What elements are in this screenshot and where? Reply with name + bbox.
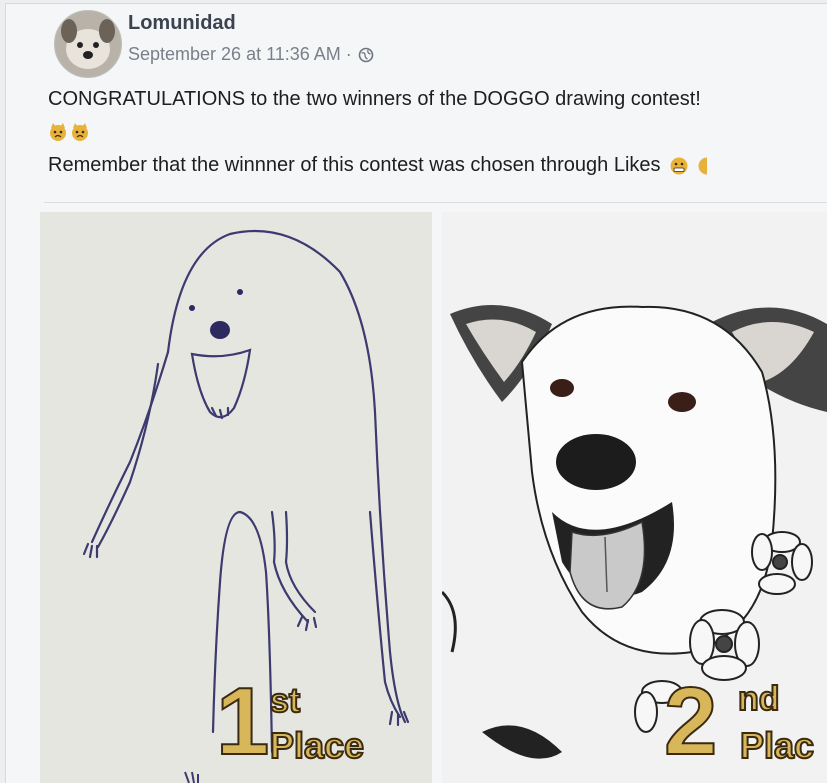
first-place-suffix: st (269, 682, 301, 720)
crying-cat-emoji-icon (72, 123, 88, 141)
post-text-line-2: Remember that the winnner of this contes… (48, 154, 707, 177)
first-place-image[interactable]: 1 st Place (40, 212, 432, 783)
author-name[interactable]: Lomunidad (128, 12, 236, 35)
second-place-image[interactable]: 2 nd Plac (442, 212, 827, 783)
post-text-line-2-text: Remember that the winnner of this contes… (48, 154, 661, 176)
crying-cat-emoji-icon (50, 123, 66, 141)
globe-icon (358, 47, 374, 62)
second-place-label: Plac (739, 725, 815, 766)
post-meta: September 26 at 11:36 AM · (128, 44, 374, 65)
post-text-line-1: CONGRATULATIONS to the two winners of th… (48, 88, 701, 110)
first-place-number: 1 (215, 668, 270, 775)
avatar[interactable] (54, 10, 122, 78)
grimace-emoji-icon (698, 157, 707, 174)
post-card: Lomunidad September 26 at 11:36 AM · CON… (6, 4, 827, 783)
dog-avatar-icon (55, 11, 121, 77)
first-place-label: Place (269, 725, 365, 766)
grimace-emoji-icon (670, 157, 688, 174)
emoji-row (48, 122, 90, 142)
divider (44, 202, 827, 203)
second-place-suffix: nd (737, 680, 781, 718)
post-timestamp[interactable]: September 26 at 11:36 AM · (128, 44, 352, 65)
second-place-number: 2 (663, 668, 718, 775)
